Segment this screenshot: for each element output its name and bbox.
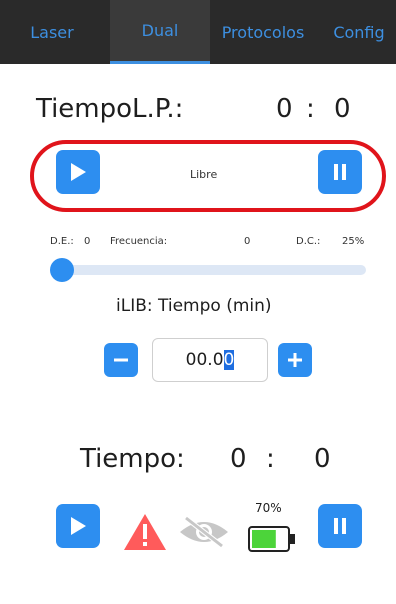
play-button[interactable] [56,504,100,548]
pause-icon [334,518,346,534]
frequency-label: Frecuencia: [110,236,168,247]
visibility-off-icon [180,516,228,548]
battery-percent: 70% [255,501,282,515]
play-icon [71,517,86,535]
tab-laser[interactable]: Laser [22,0,82,64]
tab-config[interactable]: Config [322,0,396,64]
pause-icon [334,164,346,180]
de-value: 0 [84,236,91,247]
pause-button[interactable] [318,504,362,548]
play-icon [71,163,86,181]
de-label: D.E.: [50,236,74,247]
slider-track[interactable] [60,265,366,275]
timer-label: Tiempo: [80,444,185,474]
pause-button-lp[interactable] [318,150,362,194]
warning-icon [124,514,166,550]
tab-laser-label: Laser [30,22,74,42]
tab-config-label: Config [333,22,385,42]
increment-button[interactable] [278,343,312,377]
tab-bar: Laser Dual Protocolos Config [0,0,396,64]
timer-lp-label: TiempoL.P.: [36,94,184,124]
ilib-label: iLIB: Tiempo (min) [116,296,272,316]
timer-lp-minutes: 0 [276,94,293,124]
battery-icon [248,526,295,552]
ilib-value-selected: 0 [223,350,235,370]
minus-icon [114,358,128,362]
dc-value: 25% [342,236,365,247]
timer-seconds: 0 [314,444,331,474]
timer-lp-separator: : [306,94,315,124]
dc-label: D.C.: [296,236,321,247]
tab-dual-label: Dual [141,21,179,40]
plus-icon [288,353,302,367]
timer-separator: : [266,444,275,474]
slider-thumb[interactable] [50,258,74,282]
frequency-value: 0 [244,236,251,247]
timer-lp-seconds: 0 [334,94,351,124]
ilib-value-prefix: 00.0 [185,350,224,370]
tab-dual[interactable]: Dual [110,0,210,64]
timer-minutes: 0 [230,444,247,474]
mode-label: Libre [190,168,218,181]
tab-protocolos[interactable]: Protocolos [208,0,318,64]
tab-protocolos-label: Protocolos [221,22,305,42]
play-button-lp[interactable] [56,150,100,194]
ilib-time-input[interactable]: 00.0 0 [152,338,268,382]
decrement-button[interactable] [104,343,138,377]
